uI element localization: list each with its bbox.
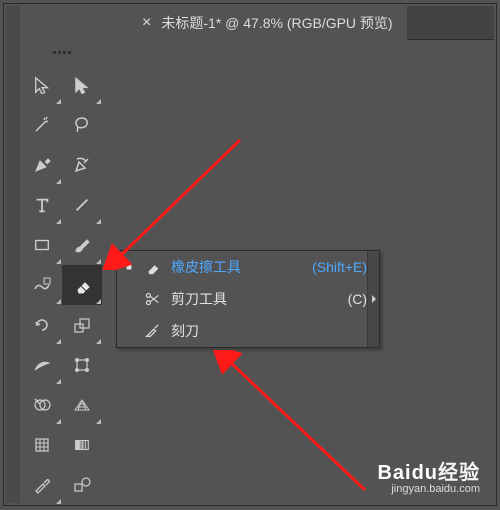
toolbar	[22, 39, 102, 505]
flyout-label: 剪刀工具	[171, 289, 227, 309]
flyout-label: 刻刀	[171, 321, 199, 341]
flyout-item-eraser[interactable]: ■ 橡皮擦工具 (Shift+E)	[117, 251, 379, 283]
toolbar-grip[interactable]	[22, 51, 102, 57]
rectangle-tool[interactable]	[22, 225, 62, 265]
flyout-shortcut: (Shift+E)	[312, 259, 371, 275]
gradient-tool[interactable]	[62, 425, 102, 465]
perspective-grid-tool[interactable]	[62, 385, 102, 425]
document-tab[interactable]: × 未标题-1* @ 47.8% (RGB/GPU 预览)	[128, 6, 407, 40]
tab-bar: × 未标题-1* @ 47.8% (RGB/GPU 预览)	[128, 6, 494, 40]
type-tool[interactable]	[22, 185, 62, 225]
close-icon[interactable]: ×	[142, 14, 151, 32]
selection-tool[interactable]	[22, 65, 62, 105]
pen-tool[interactable]	[22, 145, 62, 185]
knife-icon	[141, 322, 163, 340]
scale-tool[interactable]	[62, 305, 102, 345]
mesh-tool[interactable]	[22, 425, 62, 465]
width-tool[interactable]	[22, 345, 62, 385]
lasso-tool[interactable]	[62, 105, 102, 145]
scissors-icon	[141, 290, 163, 308]
flyout-label: 橡皮擦工具	[171, 257, 241, 277]
shaper-tool[interactable]	[22, 265, 62, 305]
line-segment-tool[interactable]	[62, 185, 102, 225]
eraser-tool[interactable]	[62, 265, 102, 305]
watermark: Baidu经验 jingyan.baidu.com	[377, 456, 480, 495]
flyout-item-scissors[interactable]: 剪刀工具 (C)	[117, 283, 379, 315]
eraser-tool-flyout: ■ 橡皮擦工具 (Shift+E) 剪刀工具 (C) 刻刀	[116, 250, 380, 348]
magic-wand-tool[interactable]	[22, 105, 62, 145]
direct-selection-tool[interactable]	[62, 65, 102, 105]
dock-strip	[6, 6, 20, 503]
flyout-item-knife[interactable]: 刻刀	[117, 315, 379, 347]
eraser-icon	[141, 258, 163, 276]
rotate-tool[interactable]	[22, 305, 62, 345]
curvature-tool[interactable]	[62, 145, 102, 185]
free-transform-tool[interactable]	[62, 345, 102, 385]
eyedropper-tool[interactable]	[22, 465, 62, 505]
blend-tool[interactable]	[62, 465, 102, 505]
flyout-tearoff[interactable]	[367, 251, 379, 347]
shape-builder-tool[interactable]	[22, 385, 62, 425]
paintbrush-tool[interactable]	[62, 225, 102, 265]
selected-indicator: ■	[125, 262, 133, 273]
tab-title: 未标题-1* @ 47.8% (RGB/GPU 预览)	[161, 13, 392, 33]
